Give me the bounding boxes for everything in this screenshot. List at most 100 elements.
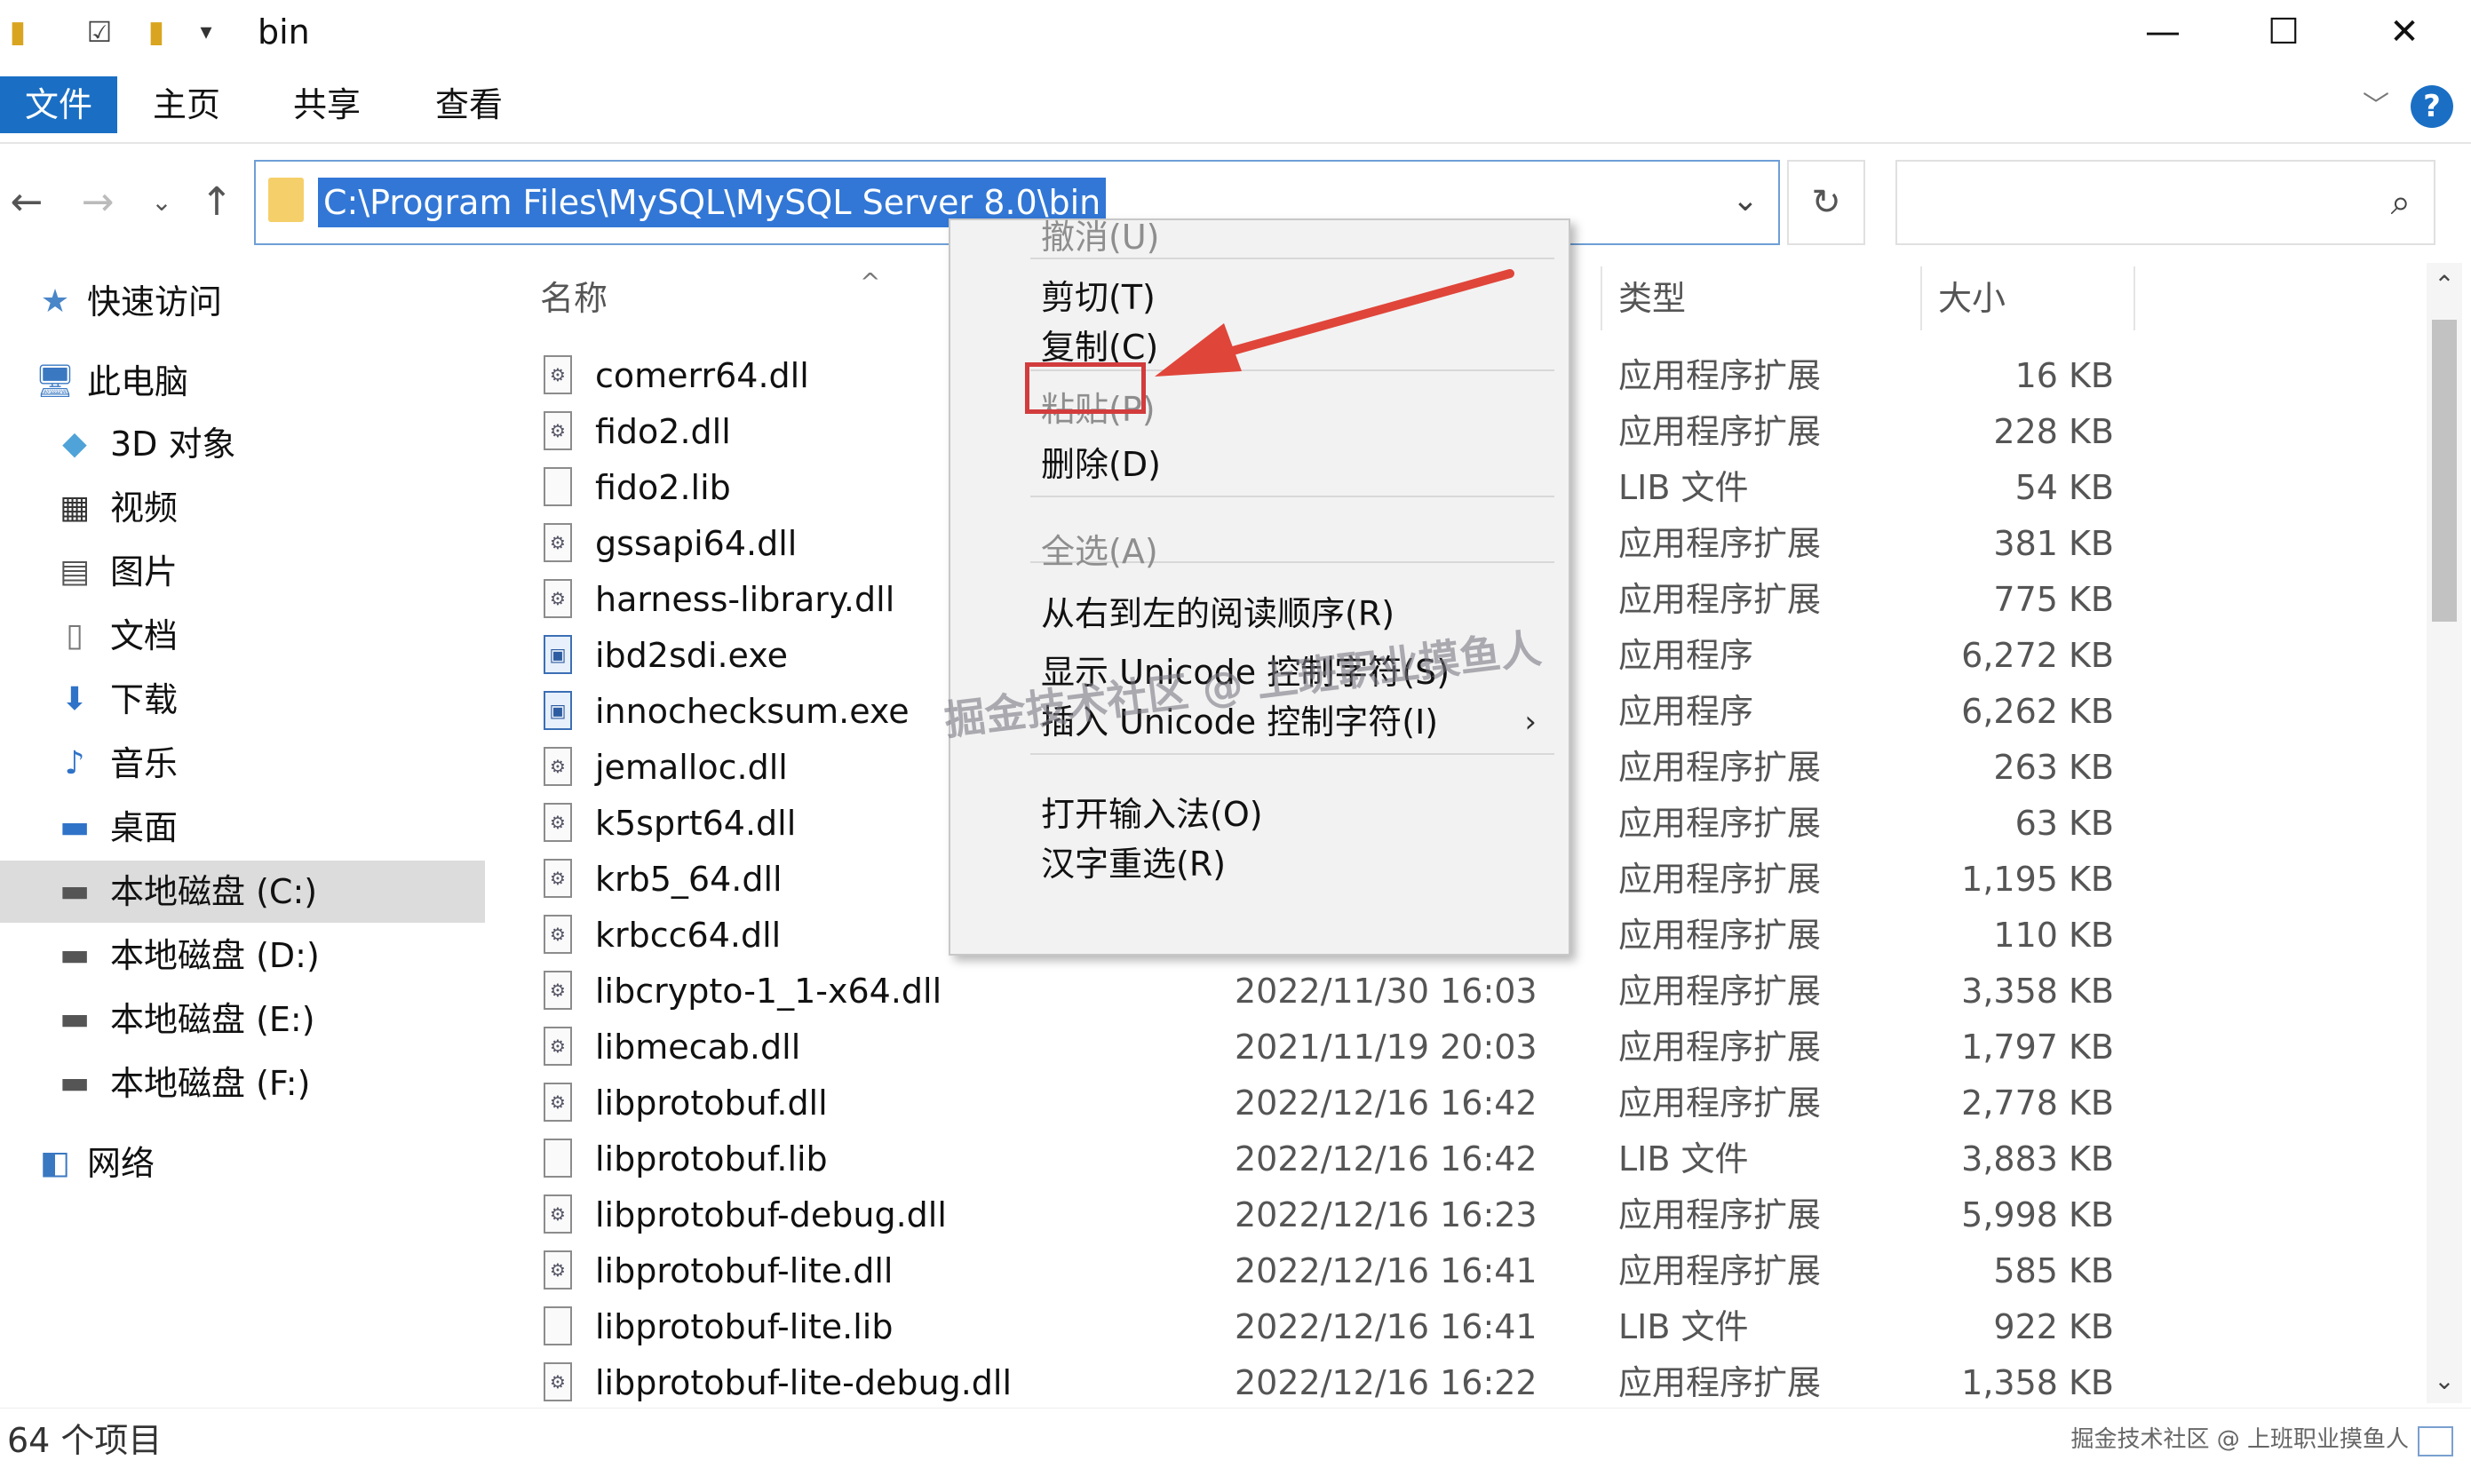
file-date: 2022/12/16 16:42	[1235, 1083, 1537, 1123]
file-type: 应用程序扩展	[1618, 916, 1822, 955]
address-dropdown-icon[interactable]: ⌄	[1732, 176, 1759, 226]
menu-item[interactable]: 打开输入法(O)	[950, 787, 1569, 842]
copy-highlight-box	[1025, 362, 1146, 414]
file-date: 2021/11/19 20:03	[1235, 1028, 1537, 1067]
file-row[interactable]: ⚙ libprotobuf.dll 2022/12/16 16:42 应用程序扩展 2,…	[515, 1075, 2398, 1131]
file-type: 应用程序扩展	[1618, 356, 1822, 395]
dll-file-icon: ⚙	[544, 915, 572, 954]
nav-item[interactable]: ♪ 音乐	[0, 733, 485, 795]
maximize-button[interactable]: ☐	[2235, 5, 2332, 59]
menu-item: 全选(A)	[950, 524, 1569, 579]
column-header-size[interactable]: 大小	[1938, 266, 2006, 330]
nav-item-label: 本地磁盘 (D:)	[110, 936, 320, 975]
nav-item[interactable]: ▯ 文档	[0, 605, 485, 667]
scroll-up-icon[interactable]: ⌃	[2427, 263, 2462, 307]
chevron-down-icon[interactable]: ﹀	[2363, 85, 2389, 128]
new-folder-icon[interactable]: ▮	[139, 12, 174, 52]
computer-icon: 🖥	[35, 363, 75, 400]
refresh-button[interactable]: ↻	[1787, 160, 1865, 245]
file-size: 263 KB	[1993, 748, 2114, 787]
film-icon: ▦	[59, 489, 90, 526]
nav-item[interactable]: ▤ 图片	[0, 541, 485, 603]
column-header-type[interactable]: 类型	[1618, 266, 1686, 330]
nav-item[interactable]: ⬇ 下载	[0, 669, 485, 731]
column-separator[interactable]	[1601, 266, 1602, 330]
dll-file-icon: ⚙	[544, 355, 572, 394]
download-icon: ⬇	[60, 681, 89, 718]
nav-item[interactable]: ◧ 网络	[0, 1132, 485, 1194]
file-size: 922 KB	[1993, 1307, 2114, 1346]
file-name: libmecab.dll	[595, 1028, 801, 1067]
column-separator[interactable]	[1920, 266, 1922, 330]
tab-view[interactable]: 查看	[425, 76, 513, 133]
tab-share[interactable]: 共享	[282, 76, 371, 133]
forward-arrow-icon[interactable]: →	[71, 169, 124, 236]
menu-item[interactable]: 汉字重选(R)	[950, 837, 1569, 892]
recent-locations-dropdown-icon[interactable]: ⌄	[135, 169, 188, 236]
nav-item[interactable]: 🖥 此电脑	[0, 351, 485, 413]
nav-item[interactable]: ◆ 3D 对象	[0, 413, 485, 475]
nav-item[interactable]: ▬ 桌面	[0, 797, 485, 859]
file-size: 1,195 KB	[1961, 860, 2114, 899]
file-name: innochecksum.exe	[595, 692, 910, 731]
scroll-down-icon[interactable]: ⌄	[2427, 1359, 2462, 1403]
close-button[interactable]: ✕	[2356, 5, 2453, 59]
file-size: 63 KB	[2014, 804, 2114, 843]
file-size: 585 KB	[1993, 1251, 2114, 1290]
navigation-pane: ★ 快速访问 🖥 此电脑 ◆ 3D 对象 ▦ 视频 ▤ 图片 ▯ 文档 ⬇ 下载 ♪ 音乐 ▬ 桌面 ▬ 本地磁盘 (…	[0, 266, 489, 1394]
nav-item[interactable]: ▦ 视频	[0, 477, 485, 539]
window-title: bin	[258, 12, 310, 52]
file-row[interactable]: ⚙ libmecab.dll 2021/11/19 20:03 应用程序扩展 1,797…	[515, 1020, 2398, 1075]
file-size: 110 KB	[1993, 916, 2114, 955]
details-view-icon[interactable]	[2418, 1426, 2453, 1456]
file-row[interactable]: ⚙ libprotobuf-debug.dll 2022/12/16 16:23 应用…	[515, 1187, 2398, 1243]
tab-file[interactable]: 文件	[0, 76, 117, 133]
file-row[interactable]: libprotobuf.lib 2022/12/16 16:42 LIB 文件 3,8…	[515, 1131, 2398, 1187]
nav-item-label: 图片	[110, 552, 179, 591]
exe-file-icon: ▣	[544, 691, 572, 730]
status-bar: 64 个项目 掘金技术社区 @ 上班职业摸鱼人	[0, 1408, 2471, 1484]
nav-item[interactable]: ★ 快速访问	[0, 271, 485, 333]
file-name: krb5_64.dll	[595, 860, 783, 899]
file-row[interactable]: ⚙ libprotobuf-lite.dll 2022/12/16 16:41 应用程…	[515, 1243, 2398, 1299]
nav-item[interactable]: ▬ 本地磁盘 (E:)	[0, 988, 485, 1051]
file-size: 3,358 KB	[1961, 972, 2114, 1011]
menu-item[interactable]: 删除(D)	[950, 437, 1569, 492]
nav-item-label: 桌面	[110, 808, 179, 847]
column-header-name[interactable]: 名称	[540, 266, 608, 330]
dll-file-icon: ⚙	[544, 859, 572, 898]
dll-file-icon: ⚙	[544, 803, 572, 842]
tab-home[interactable]: 主页	[142, 76, 231, 133]
file-row[interactable]: ⚙ libprotobuf-lite-debug.dll 2022/12/16 16…	[515, 1355, 2398, 1411]
menu-item-label: 全选(A)	[1041, 532, 1158, 571]
file-date: 2022/12/16 16:23	[1235, 1195, 1537, 1234]
search-input[interactable]: ⌕	[1895, 160, 2435, 245]
properties-icon[interactable]: ☑	[82, 12, 117, 52]
file-type: 应用程序扩展	[1618, 860, 1822, 899]
nav-item[interactable]: ▬ 本地磁盘 (F:)	[0, 1052, 485, 1115]
minimize-button[interactable]: —	[2114, 5, 2212, 59]
nav-item[interactable]: ▬ 本地磁盘 (C:)	[0, 861, 485, 923]
menu-item-label: 剪切(T)	[1041, 278, 1156, 317]
nav-item-label: 快速访问	[87, 282, 223, 321]
file-row[interactable]: ⚙ libcrypto-1_1-x64.dll 2022/11/30 16:03 应用…	[515, 964, 2398, 1020]
drive-icon: ▬	[59, 1065, 90, 1101]
vertical-scrollbar[interactable]: ⌃ ⌄	[2427, 263, 2462, 1403]
file-size: 775 KB	[1993, 580, 2114, 619]
file-row[interactable]: libprotobuf-lite.lib 2022/12/16 16:41 LIB …	[515, 1299, 2398, 1355]
up-arrow-icon[interactable]: ↑	[190, 169, 243, 236]
back-arrow-icon[interactable]: ←	[0, 169, 53, 236]
column-separator[interactable]	[2133, 266, 2135, 330]
nav-item[interactable]: ▬ 本地磁盘 (D:)	[0, 925, 485, 987]
folder-icon	[268, 178, 304, 222]
corner-watermark: 掘金技术社区 @ 上班职业摸鱼人	[2070, 1426, 2409, 1453]
star-icon: ★	[40, 283, 70, 320]
file-type: 应用程序扩展	[1618, 1195, 1822, 1234]
help-button[interactable]: ?	[2411, 85, 2453, 128]
picture-icon: ▤	[59, 553, 90, 590]
scrollbar-thumb[interactable]	[2432, 320, 2457, 622]
dll-file-icon: ⚙	[544, 1027, 572, 1066]
lib-file-icon	[544, 1139, 572, 1178]
nav-item-label: 文档	[110, 616, 179, 655]
quick-access-toolbar-dropdown-icon[interactable]: ▾	[188, 12, 224, 52]
